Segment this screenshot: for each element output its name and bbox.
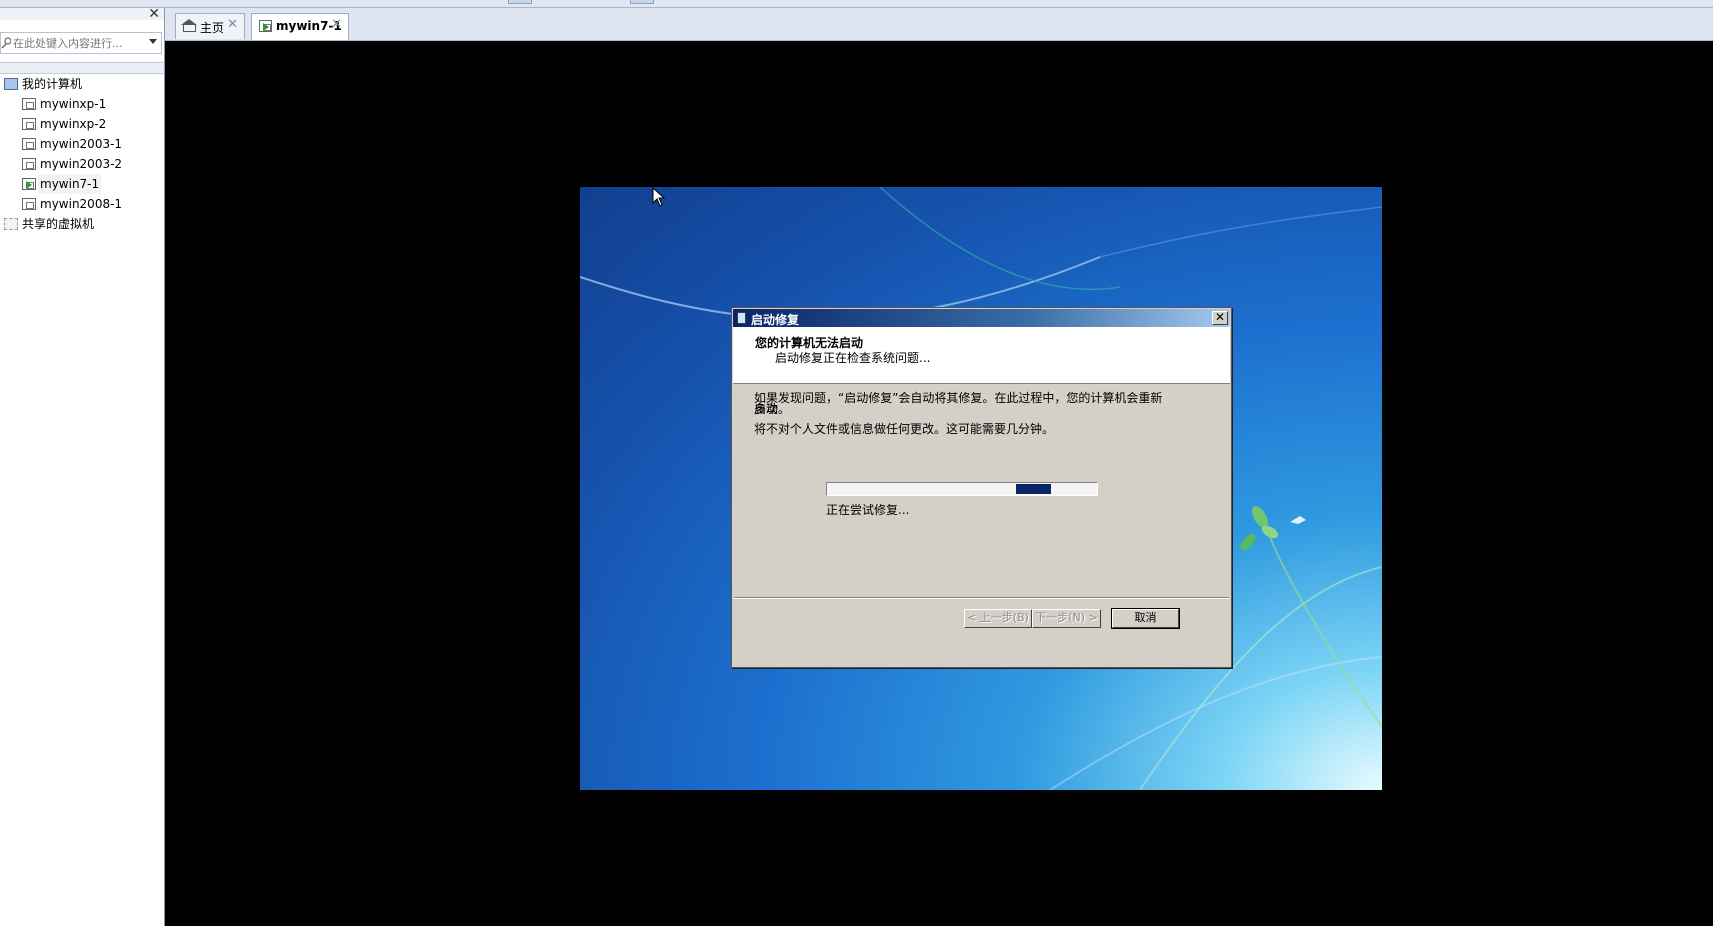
tree-item-label: mywin7-1 (38, 174, 102, 194)
tree-item-label: 我的计算机 (22, 77, 83, 91)
dialog-header: 您的计算机无法启动 启动修复正在检查系统问题... (733, 327, 1230, 384)
tree-item-label: mywin2008-1 (40, 197, 123, 211)
vm-tree: 我的计算机 mywinxp-1 mywinxp-2 mywin2003-1 my… (0, 74, 164, 234)
info-paragraph: 将不对个人文件或信息做任何更改。这可能需要几分钟。 (754, 422, 1055, 436)
cancel-button[interactable]: 取消 (1111, 608, 1180, 629)
vm-running-icon (22, 178, 36, 190)
progress-bar (826, 482, 1098, 496)
dialog-subheading: 启动修复正在检查系统问题... (775, 351, 931, 365)
home-icon (181, 19, 197, 32)
info-line: 多次。 (754, 402, 791, 416)
wallpaper-leaf-icon (1240, 506, 1306, 551)
tree-item-label: mywinxp-1 (40, 97, 107, 111)
tree-item-label: 共享的虚拟机 (22, 217, 95, 231)
tab-bar: 主页 ✕ mywin7-1 ✕ (165, 8, 1713, 41)
vm-running-icon (259, 20, 272, 32)
library-separator (0, 62, 164, 74)
library-header (0, 8, 164, 20)
vm-icon (22, 138, 36, 150)
vm-icon (22, 158, 36, 170)
tree-item-vm[interactable]: mywin2003-2 (0, 154, 164, 174)
library-panel: ✕ 我的计算机 mywinxp-1 mywinxp-2 mywin2003-1 … (0, 6, 165, 926)
library-close-icon[interactable]: ✕ (148, 6, 160, 22)
tree-item-vm-selected[interactable]: mywin7-1 (0, 174, 164, 194)
vm-icon (22, 118, 36, 130)
tree-item-vm[interactable]: mywin2008-1 (0, 194, 164, 214)
tree-item-vm[interactable]: mywinxp-1 (0, 94, 164, 114)
tab-label: 主页 (200, 21, 225, 35)
close-icon[interactable]: ✕ (227, 17, 238, 32)
computer-icon (4, 78, 18, 90)
tree-item-vm[interactable]: mywinxp-2 (0, 114, 164, 134)
vm-icon (22, 98, 36, 110)
tree-item-shared-vms[interactable]: 共享的虚拟机 (0, 214, 164, 234)
next-button[interactable]: 下一步(N) > (1032, 609, 1101, 628)
vm-console[interactable]: 启动修复 ✕ 您的计算机无法启动 启动修复正在检查系统问题... 如果发现问题，… (165, 41, 1713, 926)
tab-mywin7-1[interactable]: mywin7-1 ✕ (251, 13, 349, 40)
tree-item-vm[interactable]: mywin2003-1 (0, 134, 164, 154)
vm-icon (22, 198, 36, 210)
dialog-close-button[interactable]: ✕ (1212, 311, 1228, 325)
top-strip-handle (630, 0, 654, 4)
search-icon (1, 37, 11, 49)
status-text: 正在尝试修复... (826, 503, 910, 517)
tree-item-label: mywin2003-1 (40, 137, 123, 151)
back-button[interactable]: < 上一步(B) (964, 609, 1032, 628)
progress-marquee (1016, 484, 1051, 494)
guest-desktop: 启动修复 ✕ 您的计算机无法启动 启动修复正在检查系统问题... 如果发现问题，… (580, 187, 1382, 790)
tab-home[interactable]: 主页 ✕ (175, 13, 245, 39)
startup-repair-dialog: 启动修复 ✕ 您的计算机无法启动 启动修复正在检查系统问题... 如果发现问题，… (731, 307, 1232, 668)
dialog-titlebar[interactable]: 启动修复 ✕ (733, 309, 1230, 327)
close-icon[interactable]: ✕ (331, 17, 342, 32)
tree-item-my-computer[interactable]: 我的计算机 (0, 74, 164, 94)
tree-item-label: mywin2003-2 (40, 157, 123, 171)
shared-vm-icon (4, 218, 18, 230)
dialog-title: 启动修复 (751, 313, 800, 327)
window-top-strip (0, 0, 1713, 8)
library-search[interactable] (0, 32, 162, 54)
mouse-pointer-icon (652, 187, 666, 207)
chevron-down-icon[interactable] (149, 39, 157, 44)
top-strip-handle (508, 0, 532, 4)
app-icon (737, 312, 746, 324)
tree-item-label: mywinxp-2 (40, 117, 107, 131)
divider (734, 597, 1229, 599)
search-input[interactable] (13, 35, 143, 51)
